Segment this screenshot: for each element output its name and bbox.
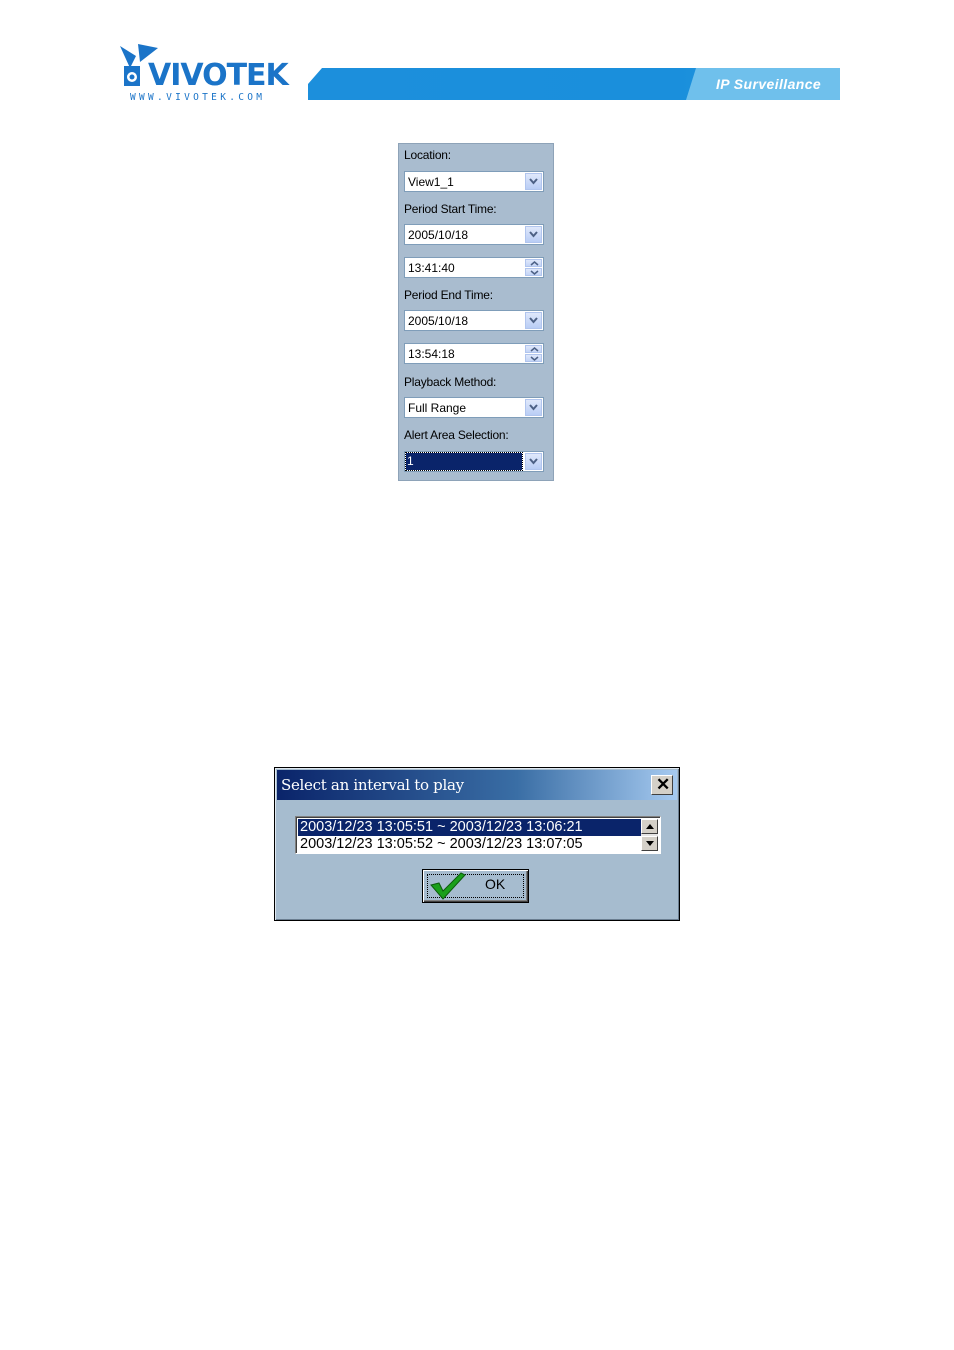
interval-list[interactable]: 2003/12/23 13:05:51 ~ 2003/12/23 13:06:2… <box>295 816 661 854</box>
spin-down-icon[interactable] <box>525 354 542 362</box>
ok-button[interactable]: OK <box>422 869 529 903</box>
chevron-down-icon[interactable] <box>525 312 542 329</box>
end-time-stepper[interactable]: 13:54:18 <box>404 343 544 364</box>
brand-name: VIVOTEK <box>148 58 289 93</box>
brand-url: WWW.VIVOTEK.COM <box>130 92 266 103</box>
chevron-down-icon[interactable] <box>525 226 542 243</box>
chevron-down-icon[interactable] <box>525 399 542 416</box>
dialog-titlebar[interactable]: Select an interval to play ✕ <box>277 770 677 800</box>
start-label: Period Start Time: <box>404 202 497 216</box>
start-date-value: 2005/10/18 <box>408 228 469 242</box>
end-time-value: 13:54:18 <box>408 347 455 361</box>
dialog-title: Select an interval to play <box>281 776 464 794</box>
list-item[interactable]: 2003/12/23 13:05:52 ~ 2003/12/23 13:07:0… <box>298 836 643 853</box>
spinner <box>525 259 542 276</box>
checkmark-icon <box>430 872 466 900</box>
search-panel: Location: View1_1 Period Start Time: 200… <box>398 143 554 481</box>
list-item[interactable]: 2003/12/23 13:05:51 ~ 2003/12/23 13:06:2… <box>298 819 643 836</box>
playback-method-dropdown[interactable]: Full Range <box>404 397 544 418</box>
chevron-down-icon[interactable] <box>525 453 542 470</box>
spin-up-icon[interactable] <box>525 345 542 353</box>
spinner <box>525 345 542 362</box>
location-dropdown[interactable]: View1_1 <box>404 171 544 192</box>
alert-value: 1 <box>405 452 523 471</box>
alert-area-dropdown[interactable]: 1 <box>404 451 544 472</box>
method-value: Full Range <box>408 401 467 415</box>
end-label: Period End Time: <box>404 288 493 302</box>
alert-label: Alert Area Selection: <box>404 428 509 442</box>
close-icon: ✕ <box>656 775 671 794</box>
scrollbar[interactable] <box>641 819 658 851</box>
scroll-down-icon <box>646 841 654 846</box>
interval-dialog: Select an interval to play ✕ 2003/12/23 … <box>274 767 680 921</box>
scroll-up-button[interactable] <box>641 819 658 834</box>
scroll-up-icon <box>646 824 654 829</box>
start-time-value: 13:41:40 <box>408 261 455 275</box>
method-label: Playback Method: <box>404 375 497 389</box>
location-label: Location: <box>404 148 451 162</box>
spin-down-icon[interactable] <box>525 268 542 276</box>
end-date-dropdown[interactable]: 2005/10/18 <box>404 310 544 331</box>
end-date-value: 2005/10/18 <box>408 314 469 328</box>
scroll-down-button[interactable] <box>641 836 658 851</box>
spin-up-icon[interactable] <box>525 259 542 267</box>
chevron-down-icon[interactable] <box>525 173 542 190</box>
start-time-stepper[interactable]: 13:41:40 <box>404 257 544 278</box>
page-header: VIVOTEK WWW.VIVOTEK.COM IP Surveillance <box>118 44 840 106</box>
location-value: View1_1 <box>408 175 454 189</box>
close-button[interactable]: ✕ <box>651 775 673 795</box>
header-tagline: IP Surveillance <box>716 76 822 92</box>
ok-label: OK <box>485 876 506 892</box>
start-date-dropdown[interactable]: 2005/10/18 <box>404 224 544 245</box>
